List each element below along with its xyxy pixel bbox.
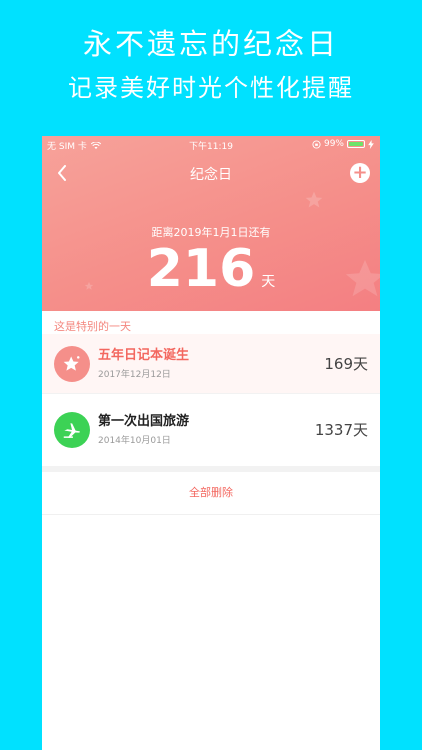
charging-icon <box>368 139 374 149</box>
promo-title: 永不遗忘的纪念日 <box>82 27 339 61</box>
countdown-unit: 天 <box>261 274 276 290</box>
plus-icon: + <box>352 162 368 183</box>
item-title: 第一次出国旅游 <box>98 414 190 429</box>
hero-header: 无 SIM 卡 下午11:19 99% 纪念日 + 距离2019年1月1日还有 … <box>42 136 380 311</box>
item-days: 169天 <box>324 355 368 373</box>
delete-all-button[interactable]: 全部删除 <box>42 472 380 515</box>
page-title: 纪念日 <box>190 167 232 183</box>
phone-screen: 无 SIM 卡 下午11:19 99% 纪念日 + 距离2019年1月1日还有 … <box>42 136 380 750</box>
add-anniversary-button[interactable]: + <box>350 163 370 183</box>
nav-bar: 纪念日 + <box>42 158 380 188</box>
countdown-display: 216 天 <box>42 240 380 311</box>
orientation-lock-icon <box>312 139 321 149</box>
airplane-icon <box>54 412 90 448</box>
promo-subtitle: 记录美好时光个性化提醒 <box>68 74 354 102</box>
countdown-label: 距离2019年1月1日还有 <box>151 226 271 239</box>
star-icon <box>54 346 90 382</box>
battery-percent: 99% <box>323 139 344 149</box>
list-item[interactable]: 五年日记本诞生 2017年12月12日 169天 <box>42 334 380 394</box>
section-label: 这是特别的一天 <box>54 320 131 333</box>
list-item[interactable]: 第一次出国旅游 2014年10月01日 1337天 <box>42 400 380 460</box>
item-date: 2014年10月01日 <box>98 436 171 446</box>
item-days: 1337天 <box>314 421 368 439</box>
status-bar: 无 SIM 卡 下午11:19 99% <box>42 136 380 154</box>
decorative-star-icon <box>305 191 323 208</box>
battery-icon <box>347 140 365 148</box>
item-title: 五年日记本诞生 <box>98 348 190 363</box>
status-right: 99% <box>312 139 374 149</box>
countdown-days: 216 <box>146 239 256 299</box>
item-date: 2017年12月12日 <box>98 370 171 380</box>
